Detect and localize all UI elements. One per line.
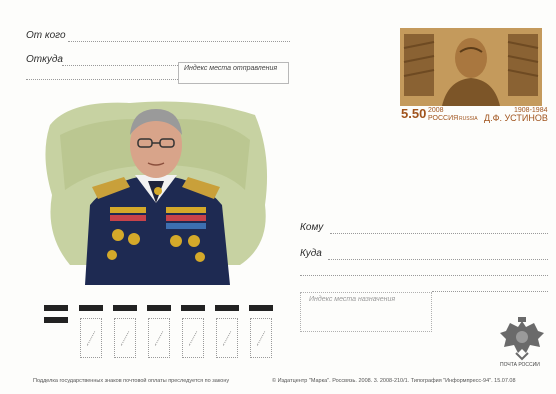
zip-marker-bar (79, 305, 103, 311)
zip-marker-bar (44, 305, 68, 311)
where-to-line-1 (328, 259, 548, 260)
zip-marker-bar (147, 305, 171, 311)
where-to-line-2 (300, 275, 548, 276)
footer-imprint: © Издатцентр "Марка". Россвязь. 2008. 3.… (272, 378, 516, 384)
zip-marker-bar (44, 317, 68, 323)
portrait-illustration (45, 101, 268, 285)
stamp-value: 5.50 (401, 106, 427, 121)
zip-digit-box (114, 318, 136, 358)
stamp-country-latin: RUSSIA (459, 116, 478, 122)
to-label: Кому (300, 222, 324, 233)
from-label: От кого (26, 30, 66, 41)
zip-digit-box (182, 318, 204, 358)
postal-card: От кого Откуда Индекс места отправления … (0, 0, 556, 394)
where-from-line-2 (26, 79, 178, 80)
where-to-line-3 (432, 291, 548, 292)
zip-marker-bar (215, 305, 239, 311)
recipient-index-box: Индекс места назначения (300, 292, 432, 332)
sender-index-box: Индекс места отправления (178, 62, 289, 84)
russian-post-emblem: ПОЧТА РОССИИ (498, 315, 546, 373)
stamp-country: РОССИЯ (428, 115, 459, 122)
to-line (330, 233, 548, 234)
where-from-line (62, 65, 178, 66)
zip-digit-box (216, 318, 238, 358)
zip-digit-box (148, 318, 170, 358)
recipient-index-label: Индекс места назначения (309, 296, 396, 303)
where-from-label: Откуда (26, 54, 63, 65)
footer-warning: Подделка государственных знаков почтовой… (33, 378, 230, 384)
stamp-name: Д.Ф. УСТИНОВ (484, 113, 548, 123)
double-headed-eagle-icon (500, 317, 544, 361)
from-line (68, 41, 290, 42)
emblem-caption: ПОЧТА РОССИИ (500, 362, 540, 368)
where-to-label: Куда (300, 248, 322, 259)
zip-marker-bar (249, 305, 273, 311)
zip-marker-bar (113, 305, 137, 311)
zip-digit-box (80, 318, 102, 358)
zip-digit-box (250, 318, 272, 358)
zip-marker-bar (181, 305, 205, 311)
stamp-year: 2008 (428, 107, 444, 114)
postage-stamp: 5.50 2008 1908-1984 РОССИЯ RUSSIA Д.Ф. У… (398, 28, 548, 126)
sender-index-label: Индекс места отправления (184, 65, 278, 72)
stamp-portrait-image (400, 28, 542, 106)
